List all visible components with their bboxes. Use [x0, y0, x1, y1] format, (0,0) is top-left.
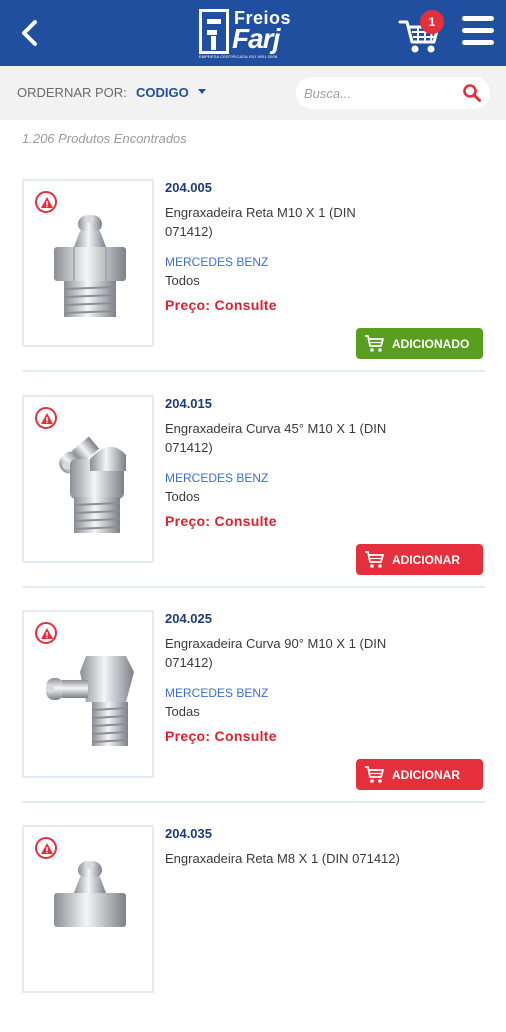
add-button-label: ADICIONADO	[392, 337, 470, 351]
logo-text-main: Farj	[232, 23, 280, 54]
product-brand[interactable]: MERCEDES BENZ	[165, 255, 268, 269]
caret-down-icon[interactable]	[198, 89, 206, 94]
menu-button[interactable]	[462, 16, 494, 46]
add-to-cart-button[interactable]: ADICIONAR	[356, 759, 483, 790]
logo-mark	[199, 9, 229, 54]
app-header: Freios Farj EMPRESA CERTIFICADA ISO 9001…	[0, 0, 506, 66]
product-price: Preço: Consulte	[165, 297, 277, 313]
warning-icon[interactable]	[35, 837, 57, 859]
grease-fitting-straight-icon	[54, 861, 126, 927]
product-description[interactable]: Engraxadeira Reta M8 X 1 (DIN 071412)	[165, 849, 405, 868]
sort-dropdown[interactable]: CODIGO	[136, 85, 189, 100]
search-box	[296, 77, 490, 109]
card-divider	[22, 370, 486, 372]
product-code[interactable]: 204.025	[165, 611, 212, 626]
add-to-cart-button[interactable]: ADICIONAR	[356, 544, 483, 575]
cart-icon	[365, 766, 384, 783]
hamburger-icon	[462, 16, 494, 21]
product-card: 204.025 Engraxadeira Curva 90° M10 X 1 (…	[0, 601, 506, 817]
product-price: Preço: Consulte	[165, 728, 277, 744]
product-card: 204.035 Engraxadeira Reta M8 X 1 (DIN 07…	[0, 816, 506, 1032]
sort-label: ORDERNAR POR:	[17, 85, 127, 100]
warning-icon[interactable]	[35, 622, 57, 644]
product-card: 204.005 Engraxadeira Reta M10 X 1 (DIN 0…	[0, 170, 506, 386]
grease-fitting-45-icon	[59, 436, 126, 533]
cart-icon	[365, 335, 384, 352]
product-code[interactable]: 204.015	[165, 396, 212, 411]
product-image[interactable]	[22, 395, 154, 563]
product-description[interactable]: Engraxadeira Curva 90° M10 X 1 (DIN 0714…	[165, 634, 405, 672]
results-count: 1.206 Produtos Encontrados	[22, 131, 187, 146]
product-price: Preço: Consulte	[165, 513, 277, 529]
search-input[interactable]	[304, 83, 454, 103]
search-icon[interactable]	[462, 83, 482, 103]
product-brand[interactable]: MERCEDES BENZ	[165, 686, 268, 700]
warning-icon[interactable]	[35, 191, 57, 213]
sort-search-bar: ORDERNAR POR: CODIGO	[0, 66, 506, 120]
grease-fitting-straight-icon	[54, 215, 126, 317]
card-divider	[22, 801, 486, 803]
add-button-label: ADICIONAR	[392, 768, 460, 782]
chevron-left-icon	[22, 20, 37, 46]
warning-icon[interactable]	[35, 407, 57, 429]
product-brand[interactable]: MERCEDES BENZ	[165, 471, 268, 485]
product-code[interactable]: 204.035	[165, 826, 212, 841]
product-image[interactable]	[22, 825, 154, 993]
product-application: Todos	[165, 489, 200, 504]
product-image[interactable]	[22, 610, 154, 778]
card-divider	[22, 586, 486, 588]
product-application: Todas	[165, 704, 200, 719]
product-application: Todos	[165, 273, 200, 288]
cart-count-badge: 1	[420, 10, 444, 34]
product-description[interactable]: Engraxadeira Reta M10 X 1 (DIN 071412)	[165, 203, 405, 241]
grease-fitting-90-icon	[46, 656, 134, 746]
logo-tagline: EMPRESA CERTIFICADA ISO 9001:2008	[199, 54, 278, 59]
brand-logo: Freios Farj EMPRESA CERTIFICADA ISO 9001…	[199, 8, 311, 59]
product-code[interactable]: 204.005	[165, 180, 212, 195]
added-to-cart-button[interactable]: ADICIONADO	[356, 328, 483, 359]
add-button-label: ADICIONAR	[392, 553, 460, 567]
back-button[interactable]	[14, 16, 46, 50]
product-image[interactable]	[22, 179, 154, 347]
product-description[interactable]: Engraxadeira Curva 45° M10 X 1 (DIN 0714…	[165, 419, 405, 457]
cart-icon	[365, 551, 384, 568]
product-card: 204.015 Engraxadeira Curva 45° M10 X 1 (…	[0, 386, 506, 602]
